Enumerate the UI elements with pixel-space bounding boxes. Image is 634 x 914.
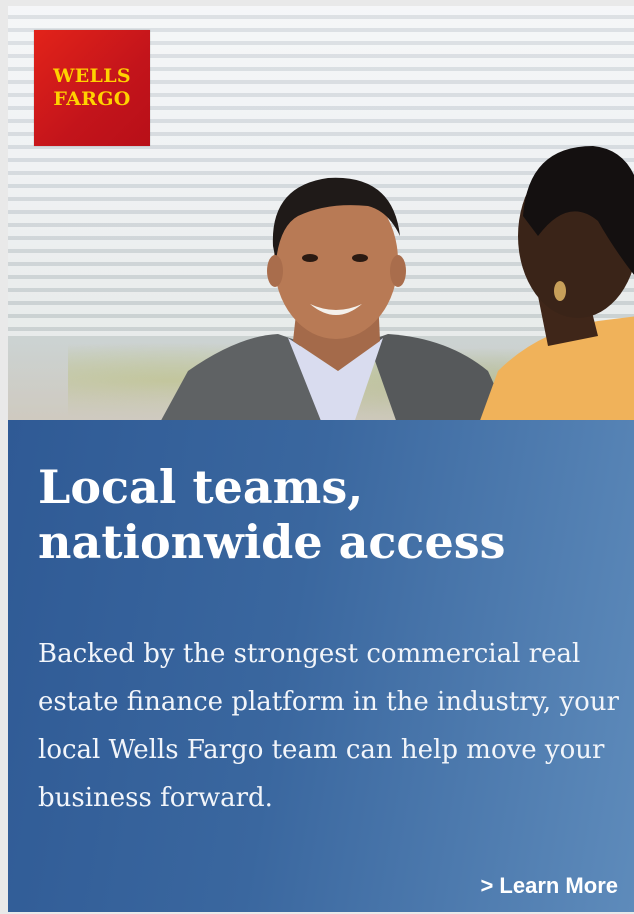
headline: Local teams, nationwide access [38, 460, 506, 569]
logo-text-line-2: FARGO [53, 88, 131, 110]
wells-fargo-ad-banner[interactable]: WELLS FARGO Local teams, nationwide acce… [8, 6, 634, 912]
wells-fargo-logo[interactable]: WELLS FARGO [34, 30, 150, 146]
learn-more-link[interactable]: > Learn More [480, 872, 618, 900]
logo-text-line-1: WELLS [53, 65, 131, 87]
hero-photo: WELLS FARGO [8, 6, 634, 420]
copy-panel: Local teams, nationwide access Backed by… [8, 420, 634, 912]
smiling-man-illustration [161, 177, 511, 420]
woman-back-illustration [480, 146, 634, 420]
body-copy: Backed by the strongest commercial real … [38, 639, 619, 813]
